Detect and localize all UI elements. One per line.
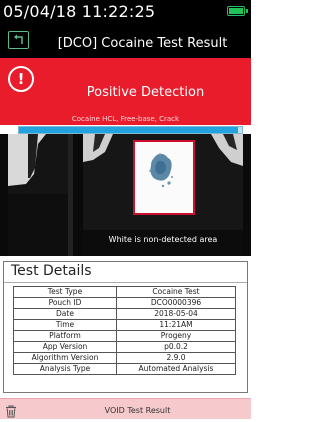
row-value: Automated Analysis [116,363,236,375]
alert-title: Positive Detection [86,85,205,100]
progress-fill [19,127,238,133]
row-value: 11:21AM [116,319,236,331]
row-value: 2018-05-04 [116,308,236,320]
row-key: Platform [13,330,117,342]
page-title: [DCO] Cocaine Test Result [57,36,228,51]
table-row: Platform Progeny [13,330,236,342]
trash-icon [5,403,17,418]
battery-full-icon [227,6,248,16]
table-row: Pouch ID DCO0000396 [13,297,236,309]
back-button[interactable] [8,31,29,49]
status-datetime: 05/04/18 11:22:25 [3,2,156,21]
row-key: Test Type [13,286,117,298]
void-label: VOID Test Result [104,406,171,415]
exclamation-icon: ! [8,66,34,92]
table-row: Test Type Cocaine Test [13,286,236,298]
row-value: 2.9.0 [116,352,236,364]
divider [4,282,247,283]
analysis-progress-bar [18,126,243,134]
table-row: Time 11:21AM [13,319,236,331]
table-row: App Version p0.0.2 [13,341,236,353]
detection-region [133,140,195,215]
row-value: DCO0000396 [116,297,236,309]
table-row: Algorithm Version 2.9.0 [13,352,236,364]
test-details-panel: Test Details Test Type Cocaine Test Pouch… [3,261,248,393]
camera-view: White is non-detected area [0,134,251,256]
row-value: p0.0.2 [116,341,236,353]
table-row: Analysis Type Automated Analysis [13,363,236,375]
row-key: Time [13,319,117,331]
void-test-button[interactable]: VOID Test Result [0,398,251,419]
camera-caption: White is non-detected area [108,235,218,244]
row-key: Algorithm Version [13,352,117,364]
row-key: Pouch ID [13,297,117,309]
details-table: Test Type Cocaine Test Pouch ID DCO0000396… [13,286,236,375]
back-icon [14,34,23,44]
left-camera-image [8,134,73,256]
detection-alert: ! Positive Detection Cocaine HCL, Free-b… [0,58,251,125]
details-heading: Test Details [11,263,92,279]
row-value: Cocaine Test [116,286,236,298]
row-value: Progeny [116,330,236,342]
row-key: Analysis Type [13,363,117,375]
row-key: Date [13,308,117,320]
row-key: App Version [13,341,117,353]
table-row: Date 2018-05-04 [13,308,236,320]
app-header: [DCO] Cocaine Test Result [0,21,251,58]
alert-subtitle: Cocaine HCL, Free-base, Crack [71,115,180,123]
